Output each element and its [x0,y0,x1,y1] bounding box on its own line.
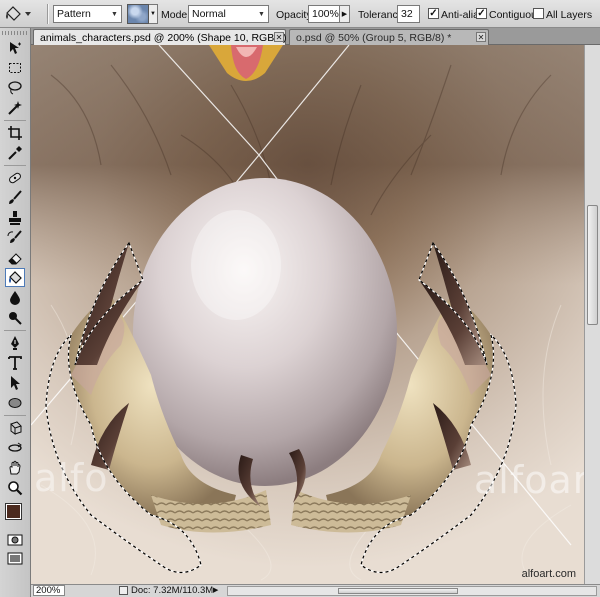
status-info-icon[interactable] [119,586,128,595]
bandage-icon [9,172,21,183]
opacity-slider-button[interactable]: ▶ [339,5,350,23]
brush-tool[interactable] [5,188,25,207]
status-bar: 200% Doc: 7.32M/110.3M ▶ [31,584,600,597]
foreground-color-swatch[interactable] [5,503,22,520]
magic-wand-tool[interactable] [5,98,25,117]
marquee-icon [9,62,21,73]
move-icon [10,41,21,54]
toolbox [0,28,31,597]
horizontal-scroll-thumb[interactable] [338,588,458,594]
fill-source-select[interactable]: Pattern ▼ [53,5,122,23]
type-tool[interactable] [5,353,25,372]
document-tab-active[interactable]: animals_characters.psd @ 200% (Shape 10,… [33,29,293,45]
blend-mode-value: Normal [192,8,226,20]
toolbox-separator [4,330,26,331]
vertical-scroll-thumb[interactable] [587,205,598,325]
hand-tool[interactable] [5,458,25,477]
document-canvas[interactable]: alfo alfoar alfoart.com [31,45,584,584]
healing-brush-tool[interactable] [5,168,25,187]
blur-drop-icon [10,290,20,305]
shape-tool[interactable] [5,393,25,412]
marquee-tool[interactable] [5,58,25,77]
path-selection-tool[interactable] [5,373,25,392]
dodge-icon [9,311,22,325]
watermark-right: alfoar [474,458,584,502]
anti-alias-checkbox[interactable] [428,8,439,19]
chevron-down-icon: ▼ [258,10,265,18]
stamp-icon [9,210,21,225]
screen-mode-icon [7,552,23,564]
toolbox-grip[interactable] [2,31,27,35]
history-brush-tool[interactable] [5,228,25,247]
eyedropper-icon [8,145,22,160]
all-layers-label: All Layers [546,9,593,21]
contiguous-checkbox[interactable] [476,8,487,19]
screen-mode-toggle[interactable] [6,551,24,565]
tool-preset-picker[interactable] [3,5,41,23]
pattern-picker-dropdown[interactable]: ▼ [149,4,158,24]
document-tab-bar: animals_characters.psd @ 200% (Shape 10,… [31,28,600,45]
lasso-tool[interactable] [5,78,25,97]
pen-icon [11,335,19,350]
horizontal-scrollbar[interactable] [227,586,597,596]
paint-bucket-icon [9,270,22,284]
document-tab[interactable]: o.psd @ 50% (Group 5, RGB/8) * ✕ [289,29,489,45]
3d-orbit-tool[interactable] [5,438,25,457]
color-swatches [4,502,29,528]
vertical-scrollbar[interactable] [584,45,600,584]
paint-bucket-tool[interactable] [5,268,25,287]
pen-tool[interactable] [5,333,25,352]
blend-mode-select[interactable]: Normal ▼ [188,5,269,23]
chevron-down-icon: ▼ [111,10,118,18]
toolbox-separator [4,415,26,416]
document-tab-label: o.psd @ 50% (Group 5, RGB/8) * [296,32,452,44]
move-tool[interactable] [5,38,25,57]
watermark-left: alfo [34,456,109,500]
dodge-tool[interactable] [5,308,25,327]
magic-wand-icon [8,100,22,115]
clone-stamp-tool[interactable] [5,208,25,227]
fill-source-value: Pattern [57,8,91,20]
3d-orbit-icon [8,442,22,452]
eraser-icon [8,252,22,264]
close-icon[interactable]: ✕ [274,32,284,42]
eyedropper-tool[interactable] [5,143,25,162]
document-tab-label: animals_characters.psd @ 200% (Shape 10,… [40,32,294,44]
document-size-info: Doc: 7.32M/110.3M [131,585,214,596]
zoom-tool[interactable] [5,478,25,497]
eraser-tool[interactable] [5,248,25,267]
paint-bucket-icon [6,6,31,21]
lasso-icon [8,80,22,94]
pattern-swatch[interactable] [127,4,149,24]
blur-tool[interactable] [5,288,25,307]
history-brush-icon [7,229,22,243]
arrow-icon [11,375,20,390]
crop-icon [8,125,22,140]
close-icon[interactable]: ✕ [476,32,486,42]
quick-mask-toggle[interactable] [6,533,24,546]
options-bar: Pattern ▼ ▼ Mode: Normal ▼ Opacity: 100%… [0,0,600,28]
quick-mask-icon [7,534,23,545]
3d-rotate-icon [10,420,22,435]
options-separator [47,4,48,24]
zoom-level-input[interactable]: 200% [33,585,65,596]
watermark-site: alfoart.com [521,568,576,580]
opacity-input[interactable]: 100% [308,5,340,23]
all-layers-checkbox[interactable] [533,8,544,19]
crop-tool[interactable] [5,123,25,142]
brush-icon [9,189,22,204]
tolerance-input[interactable]: 32 [397,5,420,23]
zoom-icon [8,480,23,495]
status-menu-arrow-icon[interactable]: ▶ [213,586,218,594]
toolbox-separator [4,165,26,166]
type-icon [8,355,22,370]
ellipse-icon [8,397,22,408]
hand-icon [9,460,21,474]
artwork [31,45,584,584]
mode-label: Mode: [161,9,191,21]
toolbox-separator [4,120,26,121]
3d-rotate-tool[interactable] [5,418,25,437]
